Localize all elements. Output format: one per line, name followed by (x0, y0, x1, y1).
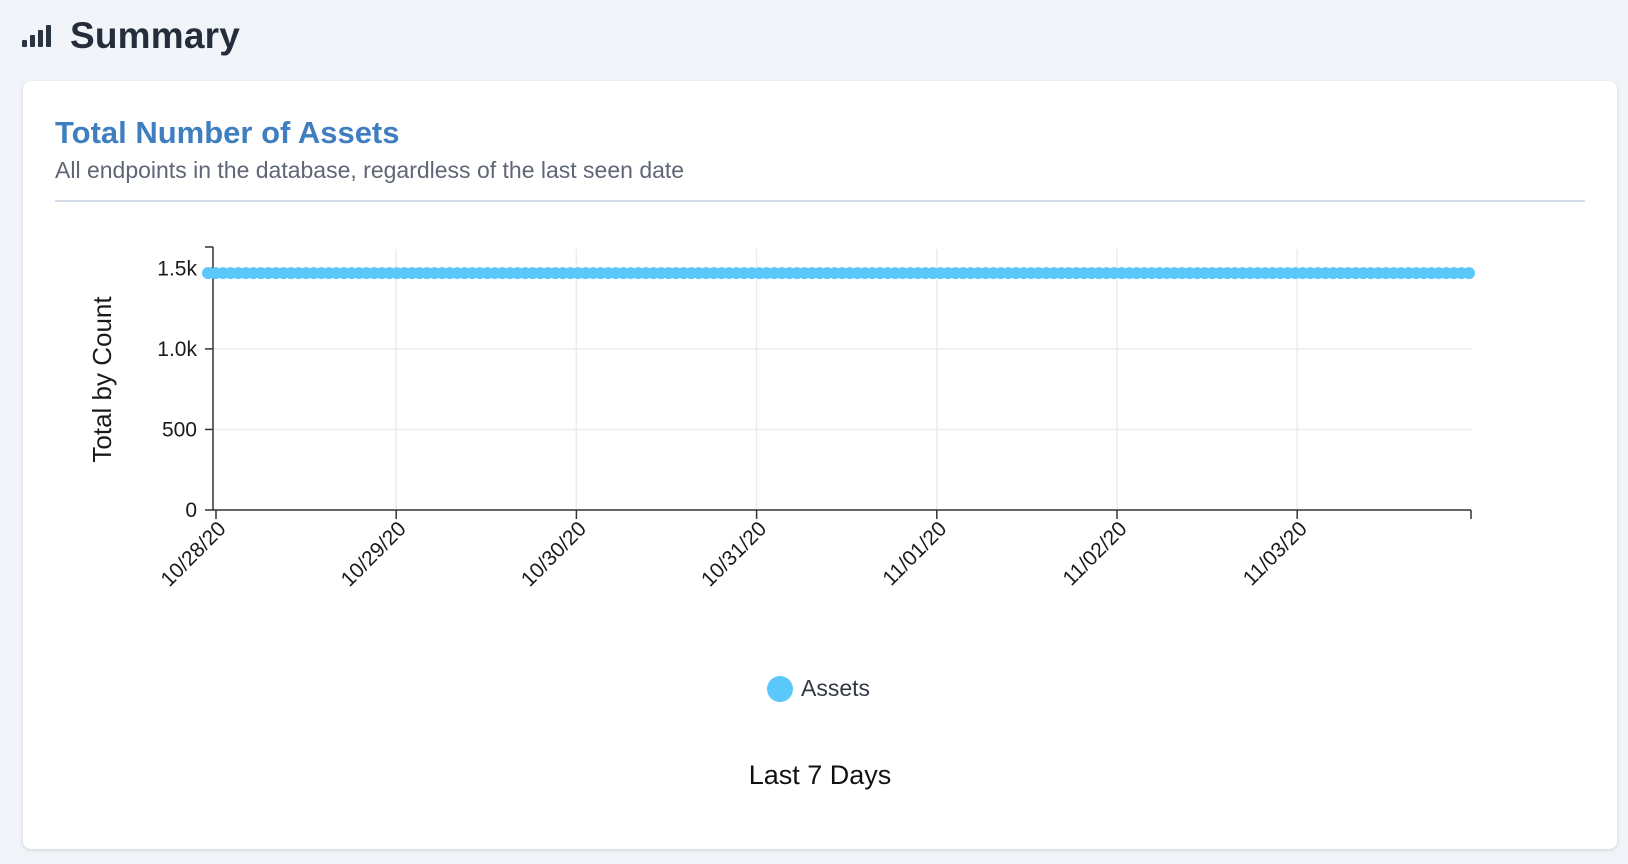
x-tick-label: 10/29/20 (337, 517, 411, 591)
x-tick-label: 10/31/20 (697, 517, 771, 591)
x-tick-label: 10/28/20 (156, 517, 230, 591)
y-tick-label: 500 (162, 418, 197, 441)
chart-legend[interactable]: Assets (767, 675, 870, 702)
x-tick-label: 11/03/20 (1239, 517, 1312, 590)
y-tick-label: 1.5k (157, 257, 197, 280)
y-tick-label: 0 (185, 499, 197, 522)
legend-label-assets: Assets (801, 675, 871, 701)
y-axis-title: Total by Count (87, 296, 117, 463)
data-point (1463, 267, 1475, 280)
y-tick-label: 1.0k (157, 338, 197, 361)
x-tick-label: 10/30/20 (517, 517, 591, 591)
x-axis-caption: Last 7 Days (748, 760, 892, 790)
page-header: Summary (22, 14, 240, 58)
x-tick-label: 11/02/20 (1059, 517, 1132, 590)
assets-card: Total Number of Assets All endpoints in … (23, 81, 1617, 849)
legend-marker-assets (767, 675, 793, 702)
x-tick-label: 11/01/20 (878, 517, 951, 590)
page-title: Summary (70, 15, 241, 56)
assets-line-chart: 0 500 1.0k 1.5k Total by Count 10/28/20 10/29/… (87, 246, 1475, 591)
bar-chart-icon (22, 25, 54, 47)
